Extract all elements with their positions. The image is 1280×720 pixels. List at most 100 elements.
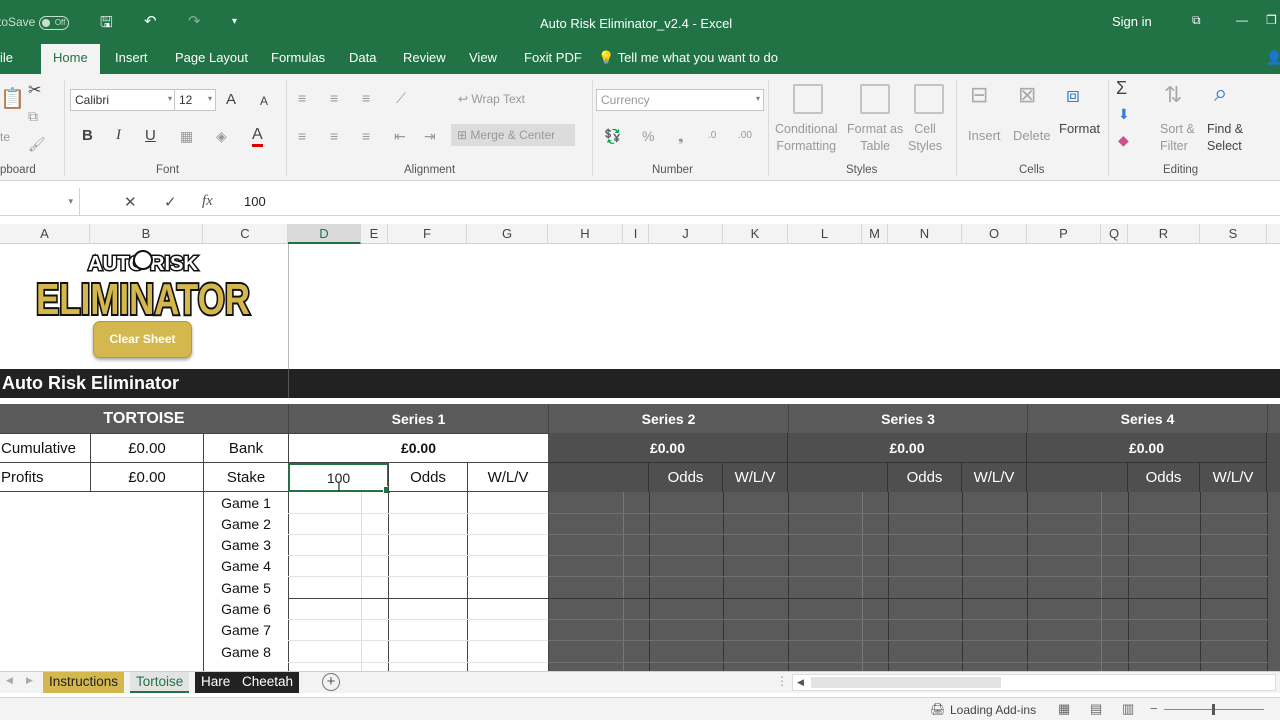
series-3-bank[interactable]: £0.00 <box>788 433 1027 463</box>
decrease-indent-icon[interactable]: ⇤ <box>394 128 406 145</box>
series-2-odds-header[interactable]: Odds <box>649 463 723 492</box>
grow-font-button[interactable]: A <box>226 91 236 108</box>
series-4-odds-header[interactable]: Odds <box>1128 463 1200 492</box>
column-header[interactable]: Q <box>1101 224 1128 244</box>
sheet-tab-hare[interactable]: Hare <box>195 672 237 693</box>
series-2-stake-cell[interactable] <box>548 463 649 492</box>
series-4-wlv-header[interactable]: W/L/V <box>1200 463 1267 492</box>
column-header[interactable]: C <box>203 224 288 244</box>
fill-color-icon[interactable]: ◈ <box>216 128 227 145</box>
autosum-icon[interactable]: Σ <box>1116 78 1127 99</box>
bank-label[interactable]: Bank <box>203 433 289 463</box>
game-row-label[interactable]: Game 3 <box>204 537 288 553</box>
scroll-right-icon[interactable]: ▶ <box>26 675 33 686</box>
customize-qat-icon[interactable]: ▾ <box>232 16 237 27</box>
series-1-wlv-header[interactable]: W/L/V <box>467 462 549 492</box>
conditional-formatting-button[interactable]: Conditional Formatting <box>775 121 838 155</box>
column-header[interactable]: I <box>623 224 649 244</box>
paste-label[interactable]: te <box>0 130 10 144</box>
column-header[interactable]: S <box>1200 224 1267 244</box>
column-header[interactable]: G <box>467 224 548 244</box>
decrease-decimal-icon[interactable]: .00 <box>738 130 752 141</box>
italic-button[interactable]: I <box>116 127 121 144</box>
percent-button[interactable]: % <box>642 128 654 144</box>
shrink-font-button[interactable]: A <box>260 94 268 108</box>
align-bottom-icon[interactable]: ≡ <box>362 90 370 106</box>
game-row-label[interactable]: Game 4 <box>204 558 288 574</box>
series-4-bank[interactable]: £0.00 <box>1027 433 1267 463</box>
cumulative-value[interactable]: £0.00 <box>90 433 204 463</box>
column-header[interactable]: K <box>723 224 788 244</box>
scroll-left-icon[interactable]: ◀ <box>6 675 13 686</box>
column-header[interactable]: P <box>1027 224 1101 244</box>
column-header[interactable]: N <box>888 224 962 244</box>
tab-foxit-pdf[interactable]: Foxit PDF <box>524 50 582 65</box>
autosave-switch[interactable]: Off <box>39 15 70 30</box>
sign-in-link[interactable]: Sign in <box>1112 14 1152 29</box>
autosave-toggle[interactable]: toSave Off <box>0 15 70 30</box>
column-header[interactable]: B <box>90 224 203 244</box>
insert-cells-button[interactable]: Insert <box>968 128 1001 143</box>
enter-entry-icon[interactable]: ✓ <box>164 193 177 211</box>
find-select-button[interactable]: Find & Select <box>1207 121 1243 155</box>
clear-sheet-button[interactable]: Clear Sheet <box>93 321 192 358</box>
minimize-icon[interactable]: — <box>1236 13 1248 27</box>
profits-value[interactable]: £0.00 <box>90 462 204 492</box>
number-format-combo[interactable]: Currency ▾ <box>596 89 764 111</box>
bold-button[interactable]: B <box>82 127 93 144</box>
ribbon-display-icon[interactable]: ⧉ <box>1192 13 1201 28</box>
copy-icon[interactable]: ⧉ <box>28 108 38 125</box>
column-header[interactable]: O <box>962 224 1027 244</box>
game-row-label[interactable]: Game 8 <box>204 644 288 660</box>
cut-icon[interactable]: ✂ <box>28 80 41 100</box>
sort-filter-button[interactable]: Sort & Filter <box>1160 121 1195 155</box>
name-box[interactable]: ▾ <box>0 188 80 216</box>
column-header[interactable]: H <box>548 224 623 244</box>
sheet-tab-cheetah[interactable]: Cheetah <box>236 672 300 693</box>
series-2-bank[interactable]: £0.00 <box>548 433 788 463</box>
format-painter-icon[interactable]: 🖌 <box>28 136 46 153</box>
column-header[interactable]: E <box>361 224 388 244</box>
clear-icon[interactable]: ◆ <box>1118 132 1129 149</box>
align-top-icon[interactable]: ≡ <box>298 90 306 106</box>
tab-file[interactable]: ile <box>0 50 13 65</box>
tab-view[interactable]: View <box>469 50 497 65</box>
cancel-entry-icon[interactable]: ✕ <box>124 193 137 211</box>
orientation-icon[interactable]: ⟋ <box>396 90 406 107</box>
comma-style-icon[interactable]: ❟ <box>678 128 684 145</box>
insert-function-icon[interactable]: fx <box>202 193 213 210</box>
series-1-bank[interactable]: £0.00 <box>288 433 549 463</box>
merge-center-button[interactable]: ⊞ Merge & Center <box>451 124 576 146</box>
save-icon[interactable]: 🖫 <box>100 12 113 37</box>
increase-decimal-icon[interactable]: .0 <box>708 130 716 141</box>
profits-label[interactable]: Profits <box>0 462 91 492</box>
game-row-label[interactable]: Game 7 <box>204 622 288 638</box>
tab-formulas[interactable]: Formulas <box>271 50 325 65</box>
undo-icon[interactable]: ↶ <box>144 12 157 30</box>
tab-review[interactable]: Review <box>403 50 446 65</box>
font-color-button[interactable]: A <box>252 126 263 147</box>
scroll-left-icon[interactable]: ◀ <box>797 677 804 688</box>
formula-input[interactable]: 100 <box>244 194 266 209</box>
column-header[interactable]: A <box>0 224 90 244</box>
tab-data[interactable]: Data <box>349 50 376 65</box>
font-size-combo[interactable]: 12 ▾ <box>174 89 216 111</box>
game-row-label[interactable]: Game 5 <box>204 580 288 596</box>
page-layout-view-icon[interactable]: ▤ <box>1090 701 1102 717</box>
game-row-label[interactable]: Game 2 <box>204 516 288 532</box>
stake-label[interactable]: Stake <box>203 462 289 492</box>
cumulative-label[interactable]: Cumulative <box>0 433 91 463</box>
align-right-icon[interactable]: ≡ <box>362 128 370 144</box>
tab-page-layout[interactable]: Page Layout <box>175 50 248 65</box>
add-sheet-icon[interactable]: + <box>322 673 340 691</box>
page-break-view-icon[interactable]: ▥ <box>1122 701 1134 717</box>
align-center-icon[interactable]: ≡ <box>330 128 338 144</box>
format-as-table-button[interactable]: Format as Table <box>847 121 903 155</box>
splitter-handle-icon[interactable]: ⋮ <box>776 674 788 688</box>
tab-insert[interactable]: Insert <box>115 50 148 65</box>
column-header[interactable]: L <box>788 224 862 244</box>
series-4-stake-cell[interactable] <box>1027 463 1128 492</box>
column-header[interactable]: M <box>862 224 888 244</box>
column-header-selected[interactable]: D <box>288 224 361 244</box>
accounting-format-icon[interactable]: 💱 <box>604 128 621 145</box>
